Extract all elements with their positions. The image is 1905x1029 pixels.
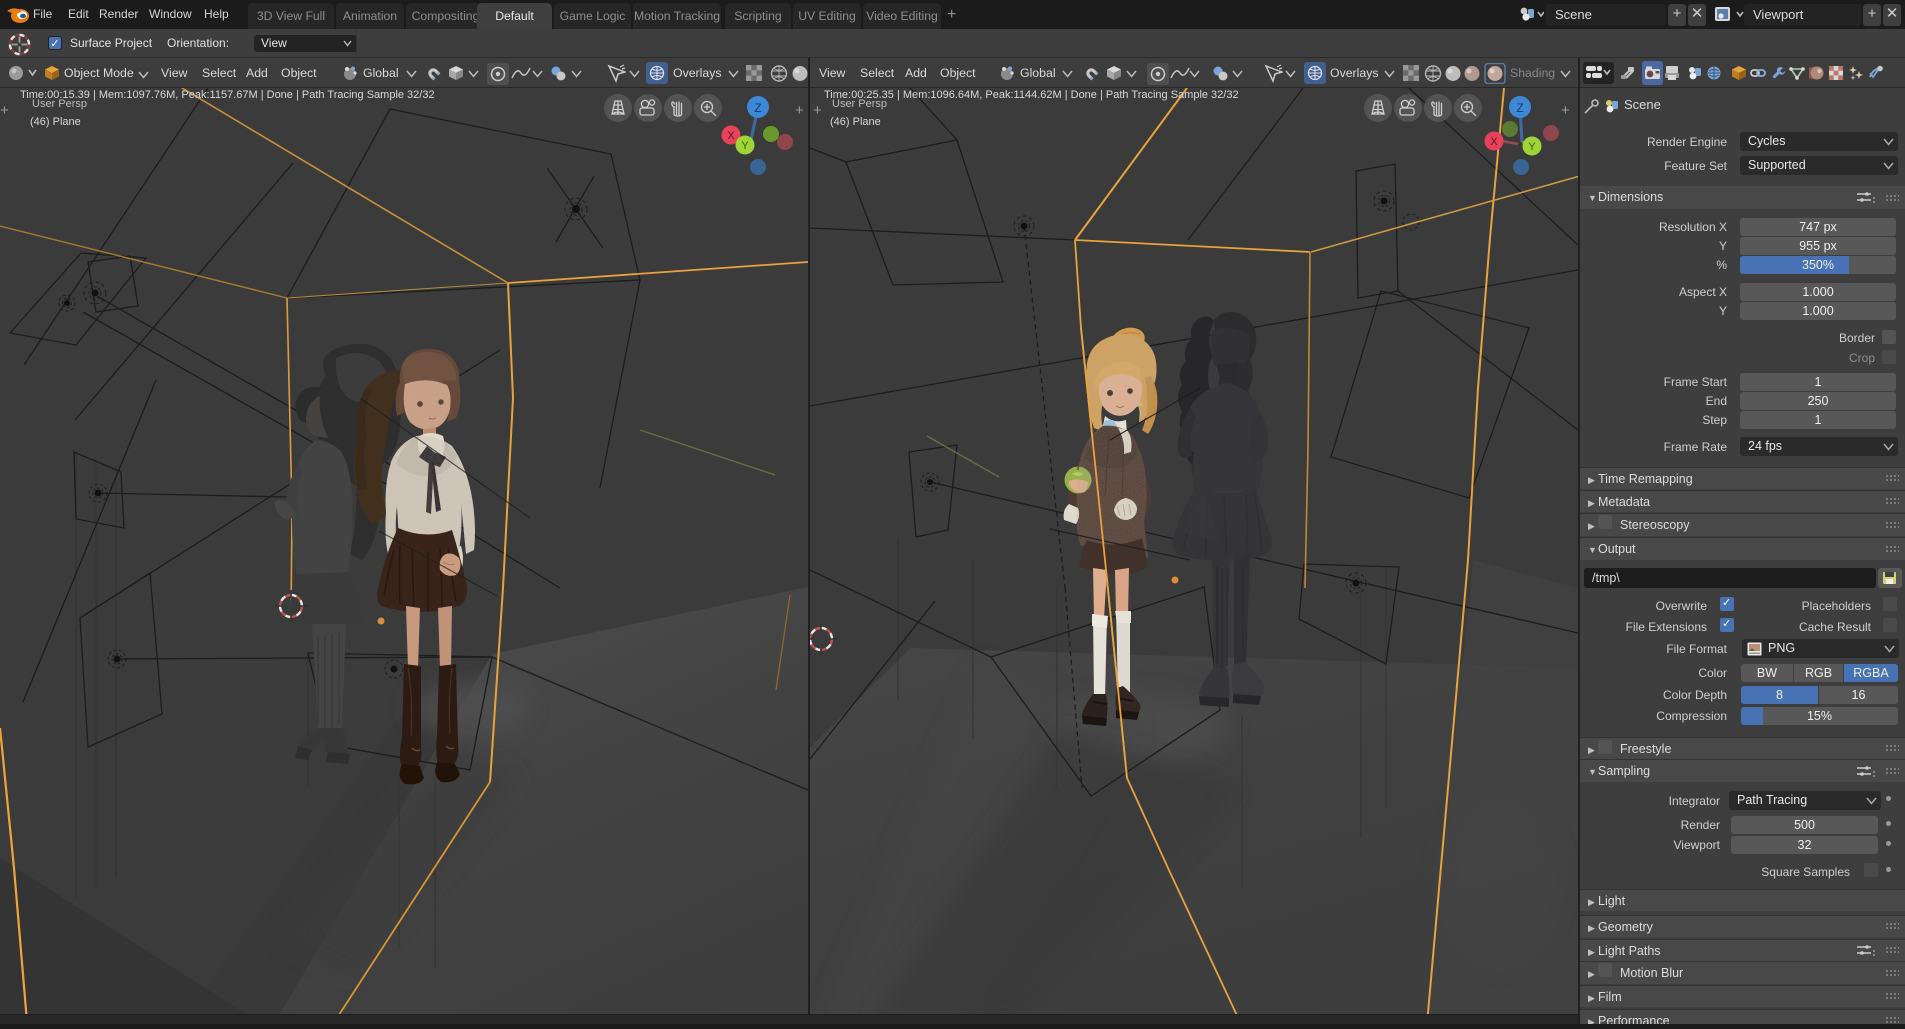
svg-text:X: X [1490, 136, 1498, 148]
svg-text:Y: Y [741, 140, 749, 152]
svg-text:Y: Y [1528, 141, 1536, 153]
svg-text:Z: Z [754, 101, 761, 115]
svg-text:X: X [727, 130, 735, 142]
svg-text:Z: Z [1516, 101, 1523, 115]
